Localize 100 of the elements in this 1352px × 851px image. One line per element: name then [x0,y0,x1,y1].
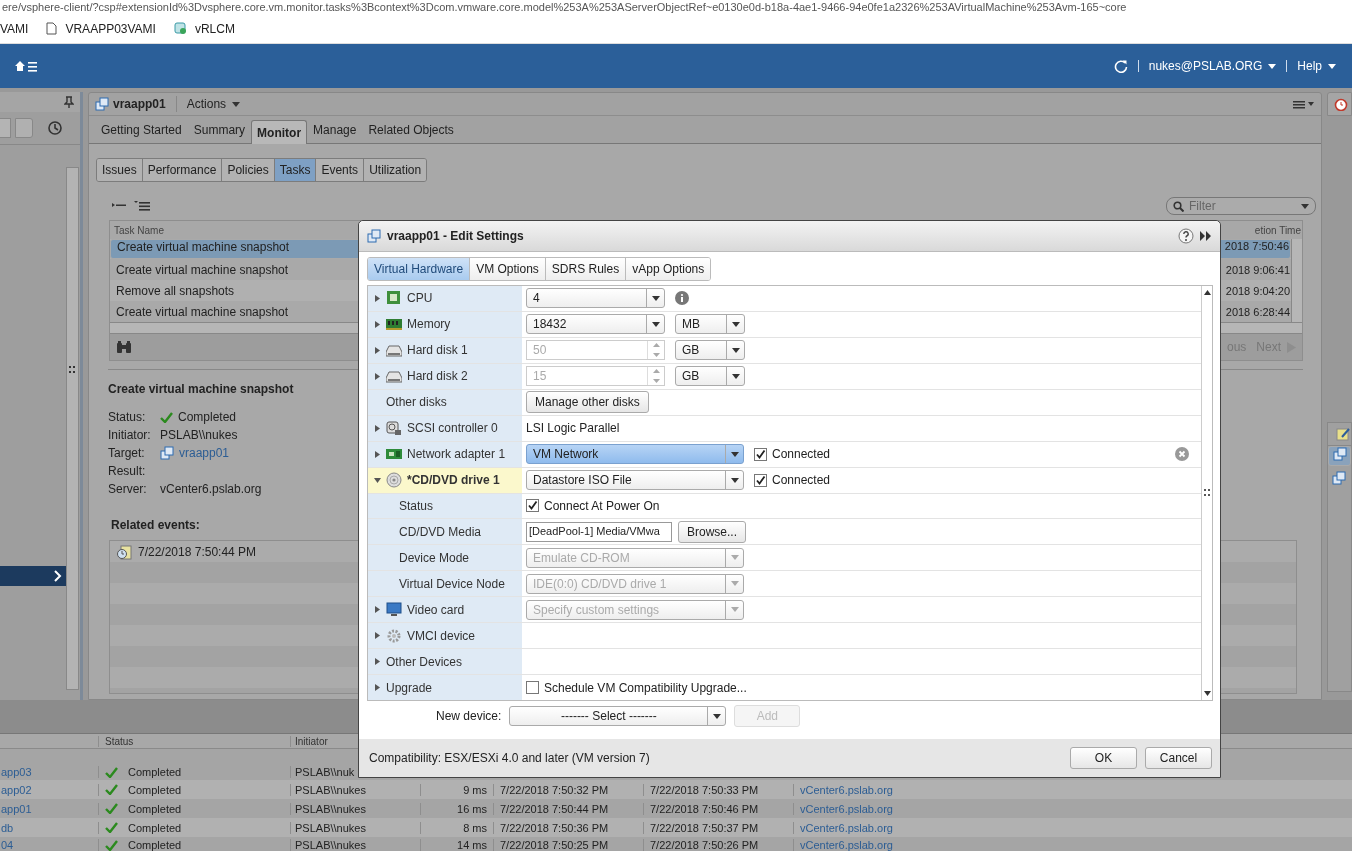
setting-label: VMCI device [407,628,476,643]
compatibility-text: Compatibility: ESX/ESXi 4.0 and later (VM version 7) [369,751,651,765]
checkbox-label[interactable]: Connected [772,447,831,462]
caret-icon [730,555,739,561]
table-cell: 7/22/2018 7:50:33 PM [643,783,793,796]
tab[interactable]: Summary [187,118,252,143]
setting-label: Upgrade [386,680,433,695]
dropdown[interactable]: MB [675,314,745,335]
tab[interactable]: Policies [221,159,274,181]
checkbox[interactable] [754,447,767,461]
vm-icon [367,229,381,243]
dropdown[interactable]: Datastore ISO File [526,470,744,491]
setting-label: Memory [407,317,451,332]
checkbox[interactable] [526,499,539,513]
tab[interactable]: Issues [97,159,142,181]
user-menu[interactable]: nukes@PSLAB.ORG [1148,59,1277,73]
checkbox-label[interactable]: Connected [772,473,831,488]
expand-arrow-icon[interactable] [374,606,381,614]
event-icon [116,543,132,560]
expand-arrow-icon[interactable] [374,346,381,354]
checkbox[interactable] [526,681,539,695]
bookmark-link[interactable]: vRLCM [194,21,235,36]
expand-list-icon[interactable] [134,200,150,212]
tab[interactable]: VM Options [469,258,545,280]
expand-arrow-icon[interactable] [374,632,381,640]
search-icon [1173,200,1184,212]
bookmark-link[interactable]: VAMI [0,21,29,36]
setting-label: Hard disk 2 [407,369,468,384]
bookmark-link[interactable]: VRAAPP03VAMI [65,21,156,36]
help-icon[interactable] [1178,228,1194,244]
table-cell: PSLAB\\nukes [290,783,420,796]
dropdown[interactable]: GB [675,340,745,361]
stepper-icon [652,368,660,385]
tab[interactable]: Monitor [251,120,308,144]
expand-arrow-icon[interactable] [374,684,381,692]
button[interactable]: Manage other disks [526,391,649,414]
tab[interactable]: Tasks [273,159,316,181]
tab[interactable]: Events [315,159,364,181]
refresh-icon[interactable] [1113,59,1128,73]
dropdown[interactable]: 4 [526,288,665,309]
dropdown[interactable]: VM Network [526,444,744,465]
scrollbar[interactable] [66,167,79,690]
selected-navigator-item[interactable] [0,566,66,586]
expand-icon[interactable] [1200,231,1212,241]
expand-arrow-icon[interactable] [374,658,381,666]
checkbox[interactable] [754,473,767,487]
scroll-up-icon [1203,290,1211,295]
status-text: Completed [128,766,182,778]
checkbox-label[interactable]: Connect At Power On [544,498,660,513]
expand-arrow-icon[interactable] [374,320,381,328]
scrollbar[interactable] [1291,239,1302,322]
remove-icon[interactable] [1175,447,1189,462]
scrollbar[interactable] [1201,286,1213,700]
tab[interactable]: vApp Options [625,258,711,280]
address-text[interactable]: ere/vsphere-client/?csp#extensionId%3Dvsphere.core.vm.monitor.tasks%3Bcontext%3Dcom.vmware.core.model%253A%253AServerObjectRef~e0130e0d-b18a-4ae1-9466-94e0fe1a2326%253AVirtualMachine%253Avm-165~core [0,2,1352,13]
pin-icon[interactable] [64,96,74,108]
button[interactable]: Browse... [678,520,746,543]
navigator-field[interactable] [0,118,11,138]
expand-arrow-icon[interactable] [374,424,381,432]
tab[interactable]: Utilization [363,159,427,181]
caret-icon [730,607,739,613]
expand-arrow-icon[interactable] [374,450,381,458]
binoculars-icon[interactable] [116,340,132,354]
expand-arrow-icon[interactable] [374,372,381,380]
dialog-button[interactable]: Cancel [1145,747,1212,769]
tab[interactable]: Related Objects [362,118,460,143]
field-label: Server: [108,482,148,496]
event-time[interactable]: 7/22/2018 7:50:44 PM [138,544,257,559]
actions-menu[interactable]: Actions [186,97,241,111]
table-cell: 7/22/2018 7:50:44 PM [493,802,643,815]
dropdown[interactable]: GB [675,366,745,387]
list-menu-icon[interactable] [1293,99,1315,109]
tab[interactable]: SDRS Rules [544,258,626,280]
tab[interactable]: Manage [307,118,363,143]
history-icon[interactable] [47,120,63,136]
home-menu-icon[interactable] [14,59,38,73]
help-menu[interactable]: Help [1297,59,1336,73]
dialog-button[interactable]: OK [1070,747,1137,769]
status-text: Completed [128,802,182,815]
tab[interactable]: Getting Started [95,118,188,143]
info-icon[interactable] [675,291,689,306]
table-cell: 14 ms [420,839,493,851]
dropdown[interactable]: ------- Select ------- [509,706,727,726]
table-cell: PSLAB\\nukes [290,821,420,834]
tab[interactable]: Virtual Hardware [368,258,470,280]
notes-icon[interactable] [1336,427,1350,441]
expand-arrow-icon[interactable] [374,476,381,484]
setting-label: CPU [407,291,433,306]
expand-arrow-icon[interactable] [374,294,381,302]
dropdown[interactable]: 18432 [526,314,665,335]
status-text: Completed [128,783,182,796]
setting-label: Status [399,498,434,513]
checkbox-label[interactable]: Schedule VM Compatibility Upgrade... [544,680,747,695]
vm-icon [95,97,109,111]
field-value: vCenter6.pslab.org [160,482,262,496]
tab[interactable]: Performance [141,159,222,181]
collapse-list-icon[interactable] [112,202,126,210]
chevron-icon [54,570,62,582]
alarm-icon[interactable] [1334,97,1348,111]
text-field[interactable]: [DeadPool-1] Media/VMwa [526,521,672,542]
